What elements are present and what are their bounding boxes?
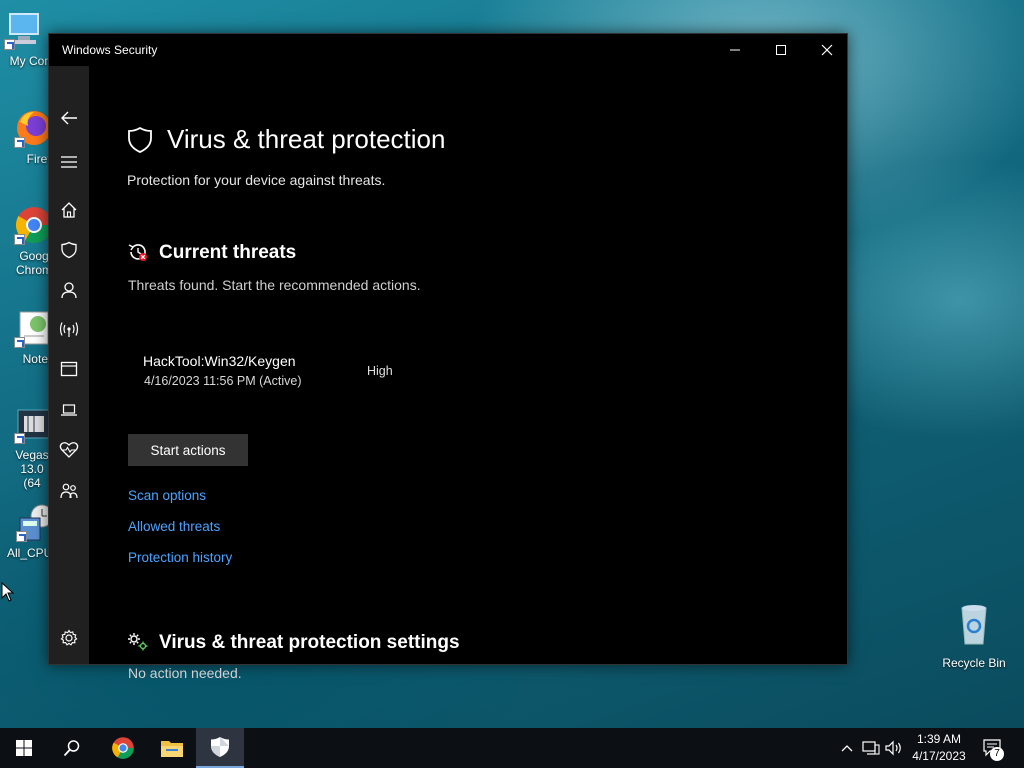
scan-options-link[interactable]: Scan options (128, 488, 206, 503)
settings-gears-icon (127, 632, 149, 657)
nav-family-options[interactable] (59, 481, 79, 501)
threat-history-icon (127, 241, 149, 268)
protection-history-link[interactable]: Protection history (128, 550, 232, 565)
threat-severity: High (367, 364, 393, 378)
wireless-icon (59, 322, 79, 337)
desktop-icon-recycle-bin[interactable]: Recycle Bin (936, 602, 1012, 670)
minimize-icon (730, 49, 740, 51)
network-button[interactable] (860, 728, 882, 768)
shield-icon (61, 241, 77, 259)
folder-icon (161, 741, 183, 757)
nav-settings[interactable] (59, 660, 79, 680)
chevron-up-icon (841, 745, 853, 752)
minimize-button[interactable] (712, 34, 758, 66)
nav-app-browser-control[interactable] (59, 359, 79, 379)
shield-icon (211, 737, 229, 757)
current-threats-heading: Current threats (159, 242, 297, 263)
close-icon (821, 44, 833, 56)
nav-home[interactable] (59, 200, 79, 220)
back-button[interactable] (59, 108, 79, 128)
title-bar[interactable]: Windows Security (49, 34, 847, 66)
start-actions-button[interactable]: Start actions (128, 434, 248, 466)
windows-logo-icon (16, 740, 32, 756)
maximize-icon (776, 45, 786, 55)
nav-device-security[interactable] (59, 400, 79, 420)
allowed-threats-link[interactable]: Allowed threats (128, 519, 220, 534)
desktop-icon-label: Recycle Bin (942, 656, 1006, 670)
speaker-icon (885, 740, 901, 756)
nav-device-health[interactable] (59, 440, 79, 460)
menu-button[interactable] (59, 152, 79, 172)
protection-settings-heading: Virus & threat protection settings (159, 632, 460, 653)
gear-icon (60, 629, 78, 646)
window-title: Windows Security (62, 43, 158, 57)
current-threats-description: Threats found. Start the recommended act… (128, 277, 421, 293)
recycle-bin-icon (954, 602, 994, 645)
threat-name: HackTool:Win32/Keygen (143, 353, 296, 369)
computer-icon (4, 10, 44, 50)
taskbar-clock[interactable]: 1:39 AM 4/17/2023 (905, 731, 973, 765)
family-icon (60, 483, 78, 499)
volume-button[interactable] (884, 728, 904, 768)
shield-icon (127, 126, 153, 159)
action-center-button[interactable]: 7 (980, 728, 1006, 768)
side-navigation (49, 66, 89, 664)
search-button[interactable] (48, 728, 96, 768)
nav-account-protection[interactable] (59, 280, 79, 300)
person-icon (61, 282, 77, 299)
taskbar-windows-security[interactable] (196, 728, 244, 768)
search-icon (63, 740, 80, 757)
page-subtitle: Protection for your device against threa… (127, 172, 386, 188)
desktop-icon-label: Vegas 13.0 (64 (15, 448, 49, 490)
taskbar-file-explorer[interactable] (148, 728, 196, 768)
mouse-cursor-icon (1, 581, 15, 607)
main-content: Virus & threat protection Protection for… (89, 66, 847, 681)
chrome-icon (112, 737, 134, 759)
threat-date: 4/16/2023 11:56 PM (Active) (144, 374, 302, 388)
nav-firewall[interactable] (59, 319, 79, 339)
windows-security-window: Windows Security Virus & threat protecti… (48, 33, 848, 681)
home-icon (61, 202, 77, 218)
browser-window-icon (60, 361, 78, 377)
clock-date: 4/17/2023 (912, 749, 966, 763)
network-icon (862, 741, 880, 755)
heart-pulse-icon (59, 442, 79, 458)
back-arrow-icon (61, 111, 77, 125)
laptop-icon (61, 404, 77, 416)
notification-count-badge: 7 (990, 747, 1004, 761)
page-title: Virus & threat protection (167, 124, 446, 154)
hamburger-icon (61, 156, 77, 168)
taskbar-chrome[interactable] (99, 728, 147, 768)
maximize-button[interactable] (758, 34, 804, 66)
nav-virus-protection[interactable] (59, 240, 79, 260)
settings-button[interactable] (59, 628, 79, 648)
show-hidden-icons-button[interactable] (838, 728, 856, 768)
taskbar: 1:39 AM 4/17/2023 7 (0, 728, 1024, 768)
close-button[interactable] (804, 34, 850, 66)
start-button[interactable] (0, 728, 48, 768)
protection-settings-description: No action needed. (128, 665, 242, 681)
clock-time: 1:39 AM (916, 732, 962, 746)
